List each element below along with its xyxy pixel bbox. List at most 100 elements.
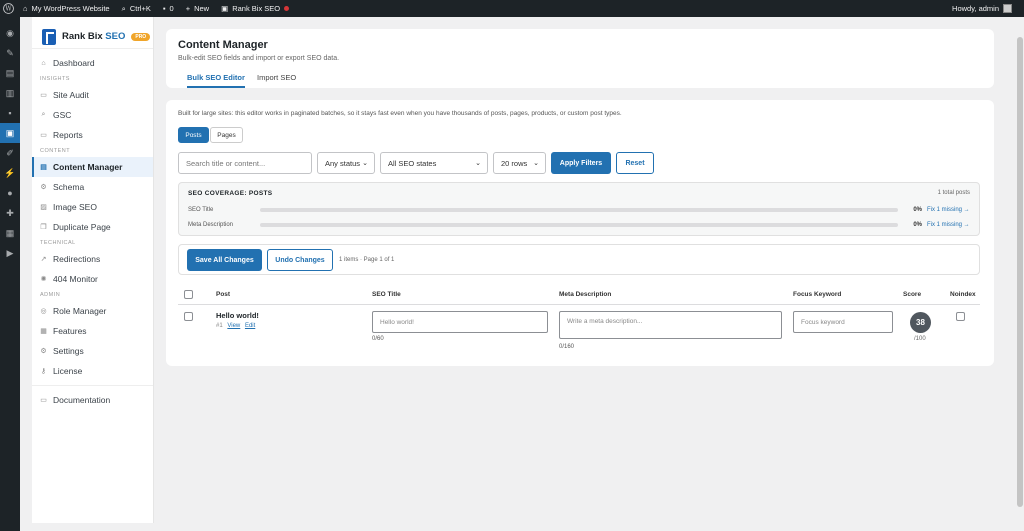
copy-icon: ❐ — [40, 224, 47, 231]
plugin-sidebar: Rank Bix SEO PRO ⌂ Dashboard INSIGHTS ▭ Si… — [32, 17, 154, 523]
select-all-checkbox[interactable] — [184, 290, 193, 299]
appearance-menu-icon[interactable]: ✐ — [0, 143, 20, 163]
scrollbar-thumb[interactable] — [1017, 37, 1023, 507]
editor-info-text: Built for large sites: this editor works… — [178, 110, 622, 117]
users-menu-icon[interactable]: ● — [0, 183, 20, 203]
plugins-menu-icon[interactable]: ⚡ — [0, 163, 20, 183]
nav-section-insights: INSIGHTS — [40, 76, 70, 82]
gear-icon: ⚙ — [40, 348, 47, 355]
svg-text:W: W — [5, 6, 12, 13]
meta-description-textarea[interactable]: Write a meta description... — [559, 311, 782, 339]
tab-posts[interactable]: Posts — [178, 127, 209, 143]
posts-menu-icon[interactable]: ✎ — [0, 43, 20, 63]
sidebar-item-image-seo[interactable]: ▨ Image SEO — [32, 197, 153, 217]
sidebar-item-schema[interactable]: ⚙ Schema — [32, 177, 153, 197]
sidebar-item-duplicate-page[interactable]: ❐ Duplicate Page — [32, 217, 153, 237]
sidebar-item-dashboard[interactable]: ⌂ Dashboard — [32, 53, 153, 73]
nav-section-content: CONTENT — [40, 148, 71, 154]
status-dot-icon — [284, 6, 290, 11]
media-menu-icon[interactable]: ▤ — [0, 63, 20, 83]
row-select-checkbox[interactable] — [184, 312, 193, 321]
dashboard-menu-icon[interactable]: ◉ — [0, 23, 20, 43]
grid-icon: ▦ — [40, 328, 47, 335]
sidebar-item-redirections[interactable]: ↗ Redirections — [32, 249, 153, 269]
fix-missing-link[interactable]: Fix 1 missing → — [927, 222, 970, 228]
chevron-down-icon: ⌄ — [475, 160, 481, 167]
page-title: Content Manager — [178, 39, 268, 51]
seo-coverage-panel: SEO COVERAGE: POSTS 1 total posts SEO Ti… — [178, 182, 980, 236]
tab-bulk-seo-editor[interactable]: Bulk SEO Editor — [187, 73, 245, 88]
nav-divider — [32, 385, 153, 386]
rank-bix-menu-icon[interactable]: ▣ — [0, 123, 20, 143]
fix-missing-link[interactable]: Fix 1 missing → — [927, 207, 970, 213]
redirect-icon: ↗ — [40, 256, 47, 263]
key-icon: ⚷ — [40, 368, 47, 375]
page-scrollbar[interactable] — [1016, 17, 1024, 531]
sidebar-item-features[interactable]: ▦ Features — [32, 321, 153, 341]
save-all-changes-button[interactable]: Save All Changes — [187, 249, 262, 271]
pagination-info: 1 items · Page 1 of 1 — [339, 257, 395, 263]
sidebar-item-license[interactable]: ⚷ License — [32, 361, 153, 381]
post-meta: #1 View Edit — [216, 323, 256, 329]
post-title: Hello world! — [216, 311, 259, 320]
book-icon: ▭ — [40, 397, 47, 404]
table-header-divider — [178, 304, 980, 305]
admin-bar: W ⌂ My WordPress Website ⌕ Ctrl+K ▪ 0 + … — [0, 0, 1024, 17]
pages-menu-icon[interactable]: ▥ — [0, 83, 20, 103]
sidebar-item-content-manager[interactable]: ▤ Content Manager — [32, 157, 153, 177]
column-header-focus-keyword: Focus Keyword — [793, 291, 842, 298]
coverage-row-seo-title: SEO Title 0% Fix 1 missing → — [188, 206, 970, 213]
play-menu-icon[interactable]: ▶ — [0, 243, 20, 263]
plus-icon: + — [185, 4, 191, 13]
sidebar-item-documentation[interactable]: ▭ Documentation — [32, 390, 153, 410]
comments-menu-icon[interactable]: ▪ — [0, 103, 20, 123]
wordpress-logo-icon[interactable]: W — [0, 0, 17, 17]
column-header-seo-title: SEO Title — [372, 291, 401, 298]
seo-title-input[interactable]: Hello world! — [372, 311, 548, 333]
bulk-actions-bar: Save All Changes Undo Changes 1 items · … — [178, 244, 980, 275]
comment-icon: ▪ — [162, 4, 166, 13]
edit-post-link[interactable]: Edit — [245, 323, 255, 329]
nav-section-admin: ADMIN — [40, 292, 61, 298]
status-select[interactable]: Any status ⌄ — [317, 152, 375, 174]
tab-pages[interactable]: Pages — [210, 127, 243, 143]
report-icon: ▭ — [40, 132, 47, 139]
search-icon: ⌕ — [121, 3, 126, 13]
avatar — [1003, 4, 1012, 13]
chevron-down-icon: ⌄ — [362, 160, 368, 167]
apply-filters-button[interactable]: Apply Filters — [551, 152, 611, 174]
focus-keyword-input[interactable]: Focus keyword — [793, 311, 893, 333]
column-header-meta-description: Meta Description — [559, 291, 612, 298]
site-name-link[interactable]: ⌂ My WordPress Website — [23, 4, 110, 13]
plugin-menu-link[interactable]: ▣ Rank Bix SEO — [221, 4, 290, 13]
sidebar-item-settings[interactable]: ⚙ Settings — [32, 341, 153, 361]
command-palette-link[interactable]: ⌕ Ctrl+K — [122, 4, 151, 14]
new-content-link[interactable]: + New — [186, 4, 209, 13]
seo-score-badge: 38 — [910, 312, 931, 333]
page-header: Content Manager Bulk-edit SEO fields and… — [166, 29, 994, 88]
coverage-row-meta-description: Meta Description 0% Fix 1 missing → — [188, 221, 970, 228]
page-subtitle: Bulk-edit SEO fields and import or expor… — [178, 55, 340, 62]
sidebar-item-gsc[interactable]: ⌕ GSC — [32, 105, 153, 125]
brand-header: Rank Bix SEO PRO — [32, 17, 153, 49]
sidebar-item-site-audit[interactable]: ▭ Site Audit — [32, 85, 153, 105]
noindex-checkbox[interactable] — [956, 312, 965, 321]
wp-admin-menu: ◉ ✎ ▤ ▥ ▪ ▣ ✐ ⚡ ● ✚ ▦ ▶ — [0, 17, 20, 531]
sidebar-item-role-manager[interactable]: ◎ Role Manager — [32, 301, 153, 321]
sidebar-item-reports[interactable]: ▭ Reports — [32, 125, 153, 145]
brand-name: Rank Bix SEO — [62, 31, 126, 42]
sidebar-item-404-monitor[interactable]: ✺ 404 Monitor — [32, 269, 153, 289]
search-input[interactable]: Search title or content... — [178, 152, 312, 174]
view-post-link[interactable]: View — [227, 323, 240, 329]
tools-menu-icon[interactable]: ✚ — [0, 203, 20, 223]
plugin-logo-icon: ▣ — [221, 4, 229, 13]
rows-select[interactable]: 20 rows ⌄ — [493, 152, 546, 174]
account-menu[interactable]: Howdy, admin — [952, 0, 1012, 17]
content-icon: ▤ — [40, 164, 47, 171]
undo-changes-button[interactable]: Undo Changes — [267, 249, 333, 271]
comments-link[interactable]: ▪ 0 — [163, 4, 174, 13]
settings-menu-icon[interactable]: ▦ — [0, 223, 20, 243]
reset-button[interactable]: Reset — [616, 152, 654, 174]
seo-state-select[interactable]: All SEO states ⌄ — [380, 152, 488, 174]
tab-import-seo[interactable]: Import SEO — [257, 73, 296, 88]
